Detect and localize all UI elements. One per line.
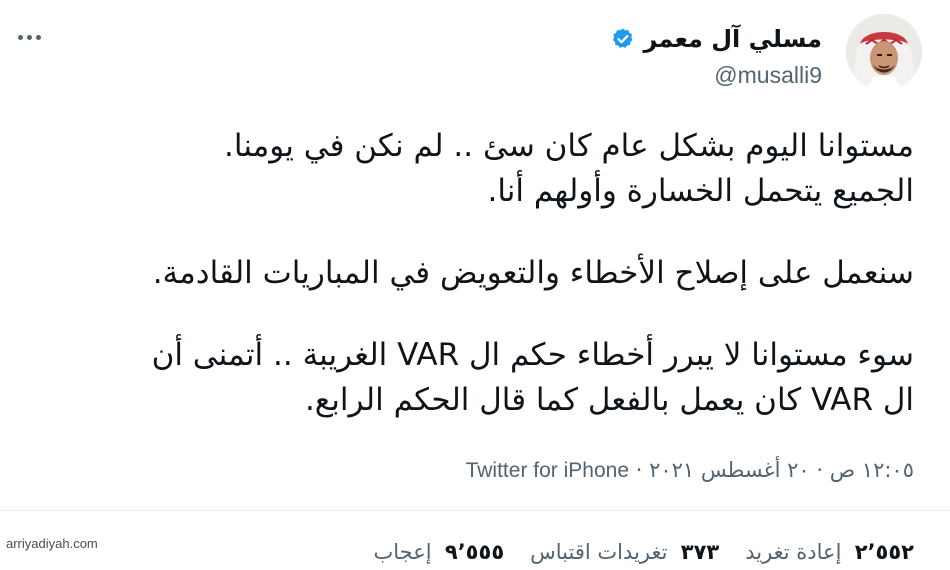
quotes-stat[interactable]: ٣٧٣ تغريدات اقتباس (530, 540, 719, 570)
quotes-count: ٣٧٣ (680, 540, 720, 564)
tweet-text: مستوانا اليوم بشكل عام كان سئ .. لم نكن … (34, 124, 914, 423)
quotes-label: تغريدات اقتباس (530, 540, 668, 564)
tweet-source[interactable]: Twitter for iPhone (466, 459, 629, 482)
more-dot (35, 34, 41, 40)
tweet-date[interactable]: ٢٠ أغسطس ٢٠٢١ (649, 458, 810, 482)
more-options-button[interactable] (12, 26, 46, 48)
display-name[interactable]: مسلي آل معمر (643, 25, 822, 53)
avatar-image (846, 14, 922, 90)
retweets-label: إعادة تغريد (745, 540, 842, 564)
tweet-line: سوء مستوانا لا يبرر أخطاء حكم ال VAR الغ… (151, 337, 914, 373)
tweet-paragraph: سنعمل على إصلاح الأخطاء والتعويض في المب… (34, 251, 914, 296)
meta-separator: · (635, 458, 643, 482)
divider (0, 510, 950, 511)
likes-stat[interactable]: ٩٬٥٥٥ إعجاب (373, 540, 504, 570)
name-row: مسلي آل معمر (422, 22, 822, 56)
meta-separator: · (816, 458, 824, 482)
author-block: مسلي آل معمر @musalli9 (422, 22, 822, 89)
tweet-stats: ٢٬٥٥٢ إعادة تغريد ٣٧٣ تغريدات اقتباس ٩٬٥… (373, 540, 914, 570)
tweet-paragraph: سوء مستوانا لا يبرر أخطاء حكم ال VAR الغ… (34, 333, 914, 423)
likes-label: إعجاب (373, 540, 432, 564)
tweet-meta: ١٢:٠٥ ص · ٢٠ أغسطس ٢٠٢١ · Twitter for iP… (466, 458, 914, 483)
avatar[interactable] (846, 14, 922, 90)
watermark: arriyadiyah.com (6, 536, 98, 551)
retweets-stat[interactable]: ٢٬٥٥٢ إعادة تغريد (745, 540, 914, 570)
more-dot (26, 34, 32, 40)
more-dot (17, 34, 23, 40)
tweet-time[interactable]: ١٢:٠٥ ص (830, 458, 914, 482)
tweet-line: ال VAR كان يعمل بالفعل كما قال الحكم الر… (304, 382, 914, 418)
tweet-line: الجميع يتحمل الخسارة وأولهم أنا. (487, 173, 915, 209)
handle[interactable]: @musalli9 (422, 62, 822, 89)
tweet-line: مستوانا اليوم بشكل عام كان سئ .. لم نكن … (224, 128, 914, 164)
verified-badge-icon (611, 27, 635, 51)
tweet-card: مسلي آل معمر @musalli9 مستوانا اليوم بشك… (0, 0, 950, 564)
retweets-count: ٢٬٥٥٢ (854, 540, 914, 564)
likes-count: ٩٬٥٥٥ (444, 540, 505, 564)
tweet-paragraph: مستوانا اليوم بشكل عام كان سئ .. لم نكن … (34, 124, 914, 214)
tweet-line: سنعمل على إصلاح الأخطاء والتعويض في المب… (152, 255, 914, 291)
